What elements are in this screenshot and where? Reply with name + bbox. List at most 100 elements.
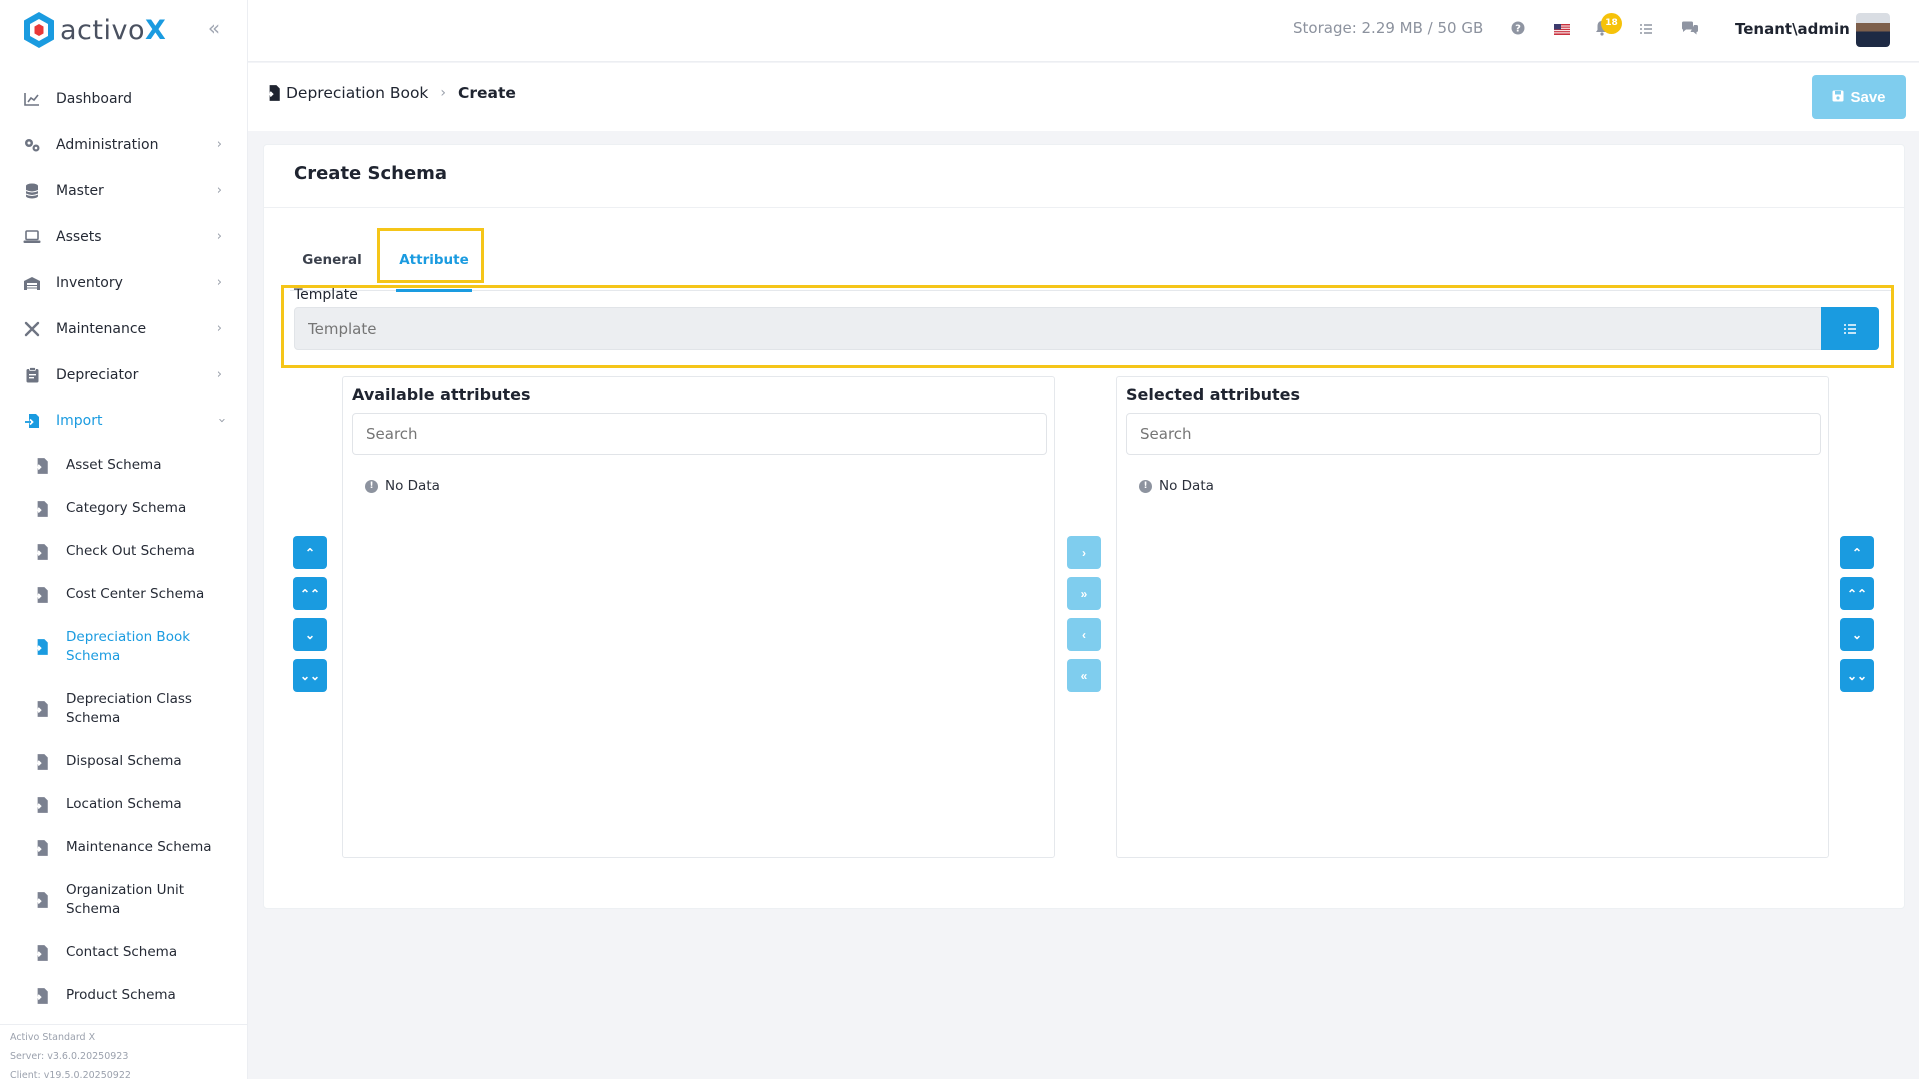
sidebar-subitem-depreciation-book-schema[interactable]: Depreciation Book Schema xyxy=(0,616,248,678)
version-info: Activo Standard X Server: v3.6.0.2025092… xyxy=(0,1024,248,1079)
breadcrumb-current: Create xyxy=(458,84,516,102)
edition-text: Activo Standard X xyxy=(10,1032,96,1043)
move-right-button[interactable]: › xyxy=(1067,536,1101,569)
chevron-right-icon: › xyxy=(1082,545,1086,560)
svg-text:?: ? xyxy=(1515,24,1521,35)
import-file-icon xyxy=(33,543,48,560)
empty-state: ! No Data xyxy=(1139,478,1214,494)
move-all-left-button[interactable]: « xyxy=(1067,659,1101,692)
double-chevron-right-icon: » xyxy=(1080,586,1088,601)
import-file-icon xyxy=(33,753,48,770)
selected-move-up-button[interactable]: ⌃ xyxy=(1840,536,1874,569)
import-icon xyxy=(22,411,42,431)
chevron-right-icon: › xyxy=(216,183,222,198)
sidebar-item-dashboard[interactable]: Dashboard xyxy=(0,76,248,122)
storage-usage: Storage: 2.29 MB / 50 GB xyxy=(1293,19,1484,37)
database-icon xyxy=(22,181,42,201)
save-button[interactable]: Save xyxy=(1812,75,1906,119)
chevron-down-icon: ⌄ xyxy=(1851,627,1863,642)
sidebar-subitem-asset-schema[interactable]: Asset Schema xyxy=(0,444,248,487)
tab-attribute[interactable]: Attribute xyxy=(390,229,478,292)
sidebar: activoX « Dashboard Administration › Mas… xyxy=(0,0,248,1079)
import-file-icon xyxy=(33,892,48,908)
chevron-right-icon: › xyxy=(216,229,222,244)
chevron-down-icon: › xyxy=(213,417,229,424)
selected-move-bottom-button[interactable]: ⌄⌄ xyxy=(1840,659,1874,692)
template-picker-button[interactable] xyxy=(1821,307,1879,350)
chevron-right-icon: › xyxy=(216,275,222,290)
import-file-icon xyxy=(33,639,48,655)
sidebar-subitem-category-schema[interactable]: Category Schema xyxy=(0,487,248,530)
collapse-sidebar-icon[interactable]: « xyxy=(203,18,225,40)
import-file-icon xyxy=(265,85,280,101)
import-file-icon xyxy=(33,457,48,474)
info-icon: ! xyxy=(1139,479,1152,493)
sidebar-item-depreciator[interactable]: Depreciator › xyxy=(0,352,248,398)
avatar[interactable] xyxy=(1856,13,1890,47)
move-down-button[interactable]: ⌄ xyxy=(293,618,327,651)
tools-icon xyxy=(22,319,42,339)
double-chevron-up-icon: ⌃⌃ xyxy=(299,586,321,601)
available-attributes-title: Available attributes xyxy=(352,385,531,404)
template-input[interactable] xyxy=(294,307,1822,350)
tab-general[interactable]: General xyxy=(290,229,374,291)
sidebar-subitem-disposal-schema[interactable]: Disposal Schema xyxy=(0,740,248,783)
task-list-icon[interactable] xyxy=(1636,20,1656,40)
move-top-button[interactable]: ⌃⌃ xyxy=(293,577,327,610)
tab-bar: General Attribute xyxy=(290,229,1892,292)
breadcrumb-parent[interactable]: Depreciation Book xyxy=(286,84,428,102)
import-file-icon xyxy=(33,839,48,856)
chevron-up-icon: ⌃ xyxy=(304,545,316,560)
sidebar-item-administration[interactable]: Administration › xyxy=(0,122,248,168)
client-version-text: Client: v19.5.0.20250922 xyxy=(10,1070,131,1079)
sidebar-subitem-depreciation-class-schema[interactable]: Depreciation Class Schema xyxy=(0,678,248,740)
selected-move-down-button[interactable]: ⌄ xyxy=(1840,618,1874,651)
import-file-icon xyxy=(33,586,48,603)
sidebar-item-maintenance[interactable]: Maintenance › xyxy=(0,306,248,352)
list-icon xyxy=(1844,323,1856,334)
import-file-icon xyxy=(33,796,48,813)
divider xyxy=(264,207,1904,208)
notification-badge: 18 xyxy=(1601,13,1622,34)
double-chevron-down-icon: ⌄⌄ xyxy=(1846,668,1868,683)
chevron-right-icon: › xyxy=(216,367,222,382)
import-file-icon xyxy=(33,987,48,1004)
sidebar-subitem-product-schema[interactable]: Product Schema xyxy=(0,974,248,1017)
move-bottom-button[interactable]: ⌄⌄ xyxy=(293,659,327,692)
selected-search-input[interactable] xyxy=(1126,413,1821,455)
sidebar-subitem-contact-schema[interactable]: Contact Schema xyxy=(0,931,248,974)
move-up-button[interactable]: ⌃ xyxy=(293,536,327,569)
sidebar-item-assets[interactable]: Assets › xyxy=(0,214,248,260)
sidebar-subitem-organization-unit-schema[interactable]: Organization Unit Schema xyxy=(0,869,248,931)
import-submenu: Asset Schema Category Schema Check Out S… xyxy=(0,444,248,1017)
hexagon-logo-icon xyxy=(24,12,54,48)
chart-icon xyxy=(22,89,42,109)
gears-icon xyxy=(22,135,42,155)
sidebar-subitem-maintenance-schema[interactable]: Maintenance Schema xyxy=(0,826,248,869)
top-header: Storage: 2.29 MB / 50 GB ? 18 Tenant\adm… xyxy=(248,0,1919,62)
template-label: Template xyxy=(294,287,358,303)
available-search-input[interactable] xyxy=(352,413,1047,455)
sidebar-item-import[interactable]: Import › xyxy=(0,398,248,444)
move-left-button[interactable]: ‹ xyxy=(1067,618,1101,651)
help-icon[interactable]: ? xyxy=(1508,20,1528,40)
us-flag-icon[interactable] xyxy=(1552,20,1572,40)
sidebar-subitem-check-out-schema[interactable]: Check Out Schema xyxy=(0,530,248,573)
warehouse-icon xyxy=(22,273,42,293)
chevron-down-icon: ⌄ xyxy=(304,627,316,642)
info-icon: ! xyxy=(365,479,378,493)
sidebar-nav: Dashboard Administration › Master › Asse… xyxy=(0,76,248,1017)
chevron-up-icon: ⌃ xyxy=(1851,545,1863,560)
import-file-icon xyxy=(33,701,48,717)
selected-attributes-panel: Selected attributes ! No Data xyxy=(1116,376,1829,858)
brand-logo[interactable]: activoX xyxy=(22,10,166,50)
selected-move-top-button[interactable]: ⌃⌃ xyxy=(1840,577,1874,610)
sidebar-subitem-cost-center-schema[interactable]: Cost Center Schema xyxy=(0,573,248,616)
sidebar-item-inventory[interactable]: Inventory › xyxy=(0,260,248,306)
user-name[interactable]: Tenant\admin xyxy=(1735,20,1850,38)
create-schema-card: Create Schema General Attribute Template… xyxy=(263,144,1905,909)
sidebar-subitem-location-schema[interactable]: Location Schema xyxy=(0,783,248,826)
chat-icon[interactable] xyxy=(1680,20,1700,40)
sidebar-item-master[interactable]: Master › xyxy=(0,168,248,214)
move-all-right-button[interactable]: » xyxy=(1067,577,1101,610)
